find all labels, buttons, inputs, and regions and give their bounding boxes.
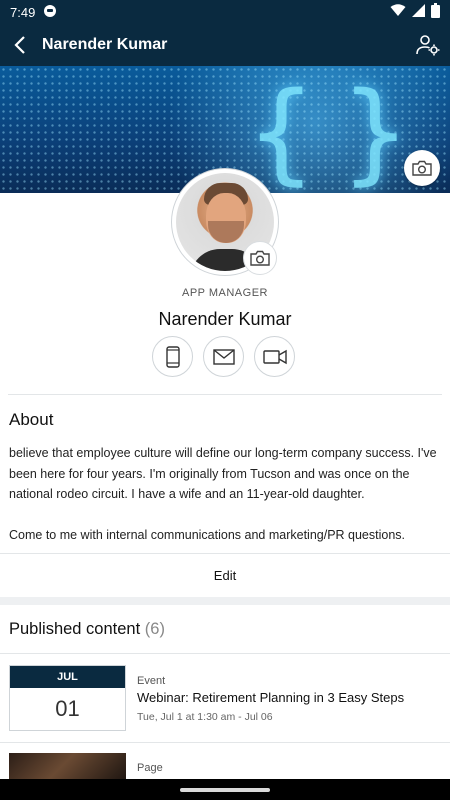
change-cover-photo-button[interactable] — [404, 150, 440, 186]
app-bar: Narender Kumar — [0, 24, 450, 66]
divider — [8, 394, 442, 395]
change-avatar-button[interactable] — [243, 241, 277, 275]
about-heading: About — [9, 410, 54, 429]
email-button[interactable] — [203, 336, 244, 377]
about-paragraph: Come to me with internal communications … — [9, 527, 406, 542]
home-gesture-handle[interactable] — [180, 787, 270, 792]
camera-icon — [250, 250, 270, 266]
phone-icon — [165, 345, 180, 368]
section-separator — [0, 597, 450, 605]
back-arrow-icon — [14, 36, 25, 54]
video-call-button[interactable] — [254, 336, 295, 377]
item-title: Webinar: Retirement Planning in 3 Easy S… — [137, 690, 405, 705]
user-settings-button[interactable] — [406, 24, 450, 66]
user-settings-icon — [416, 35, 440, 56]
item-date: Tue, Jul 1 at 1:30 am - Jul 06 — [137, 711, 273, 723]
list-item[interactable]: JUL 01 Event Webinar: Retirement Plannin… — [0, 654, 450, 742]
profile-role: APP MANAGER — [182, 287, 268, 299]
event-day: 01 — [55, 696, 80, 721]
profile-name: Narender Kumar — [158, 309, 292, 329]
list-item[interactable]: Page — [0, 742, 450, 783]
about-paragraph: believe that employee culture will defin… — [9, 446, 437, 501]
status-bar: 7:49 — [0, 0, 450, 24]
system-navigation-bar — [0, 779, 450, 800]
published-content-label: Published content — [9, 620, 141, 638]
camera-icon — [412, 160, 432, 176]
mail-icon — [212, 348, 235, 365]
app-notification-icon — [43, 4, 57, 21]
event-month: JUL — [10, 666, 125, 688]
item-type: Event — [137, 675, 166, 687]
wifi-icon — [390, 4, 406, 20]
page-title: Narender Kumar — [42, 36, 168, 53]
video-icon — [262, 349, 287, 364]
event-date-badge: JUL 01 — [9, 665, 126, 731]
battery-icon — [431, 3, 440, 21]
published-content-heading: Published content (6) — [9, 620, 165, 639]
signal-icon — [412, 4, 425, 20]
item-type: Page — [137, 762, 163, 774]
contact-actions — [152, 336, 295, 377]
status-time: 7:49 — [10, 4, 36, 20]
edit-button[interactable]: Edit — [0, 553, 450, 597]
about-text: believe that employee culture will defin… — [9, 443, 443, 545]
back-button[interactable] — [0, 24, 40, 66]
call-button[interactable] — [152, 336, 193, 377]
published-content-count: (6) — [144, 620, 165, 638]
